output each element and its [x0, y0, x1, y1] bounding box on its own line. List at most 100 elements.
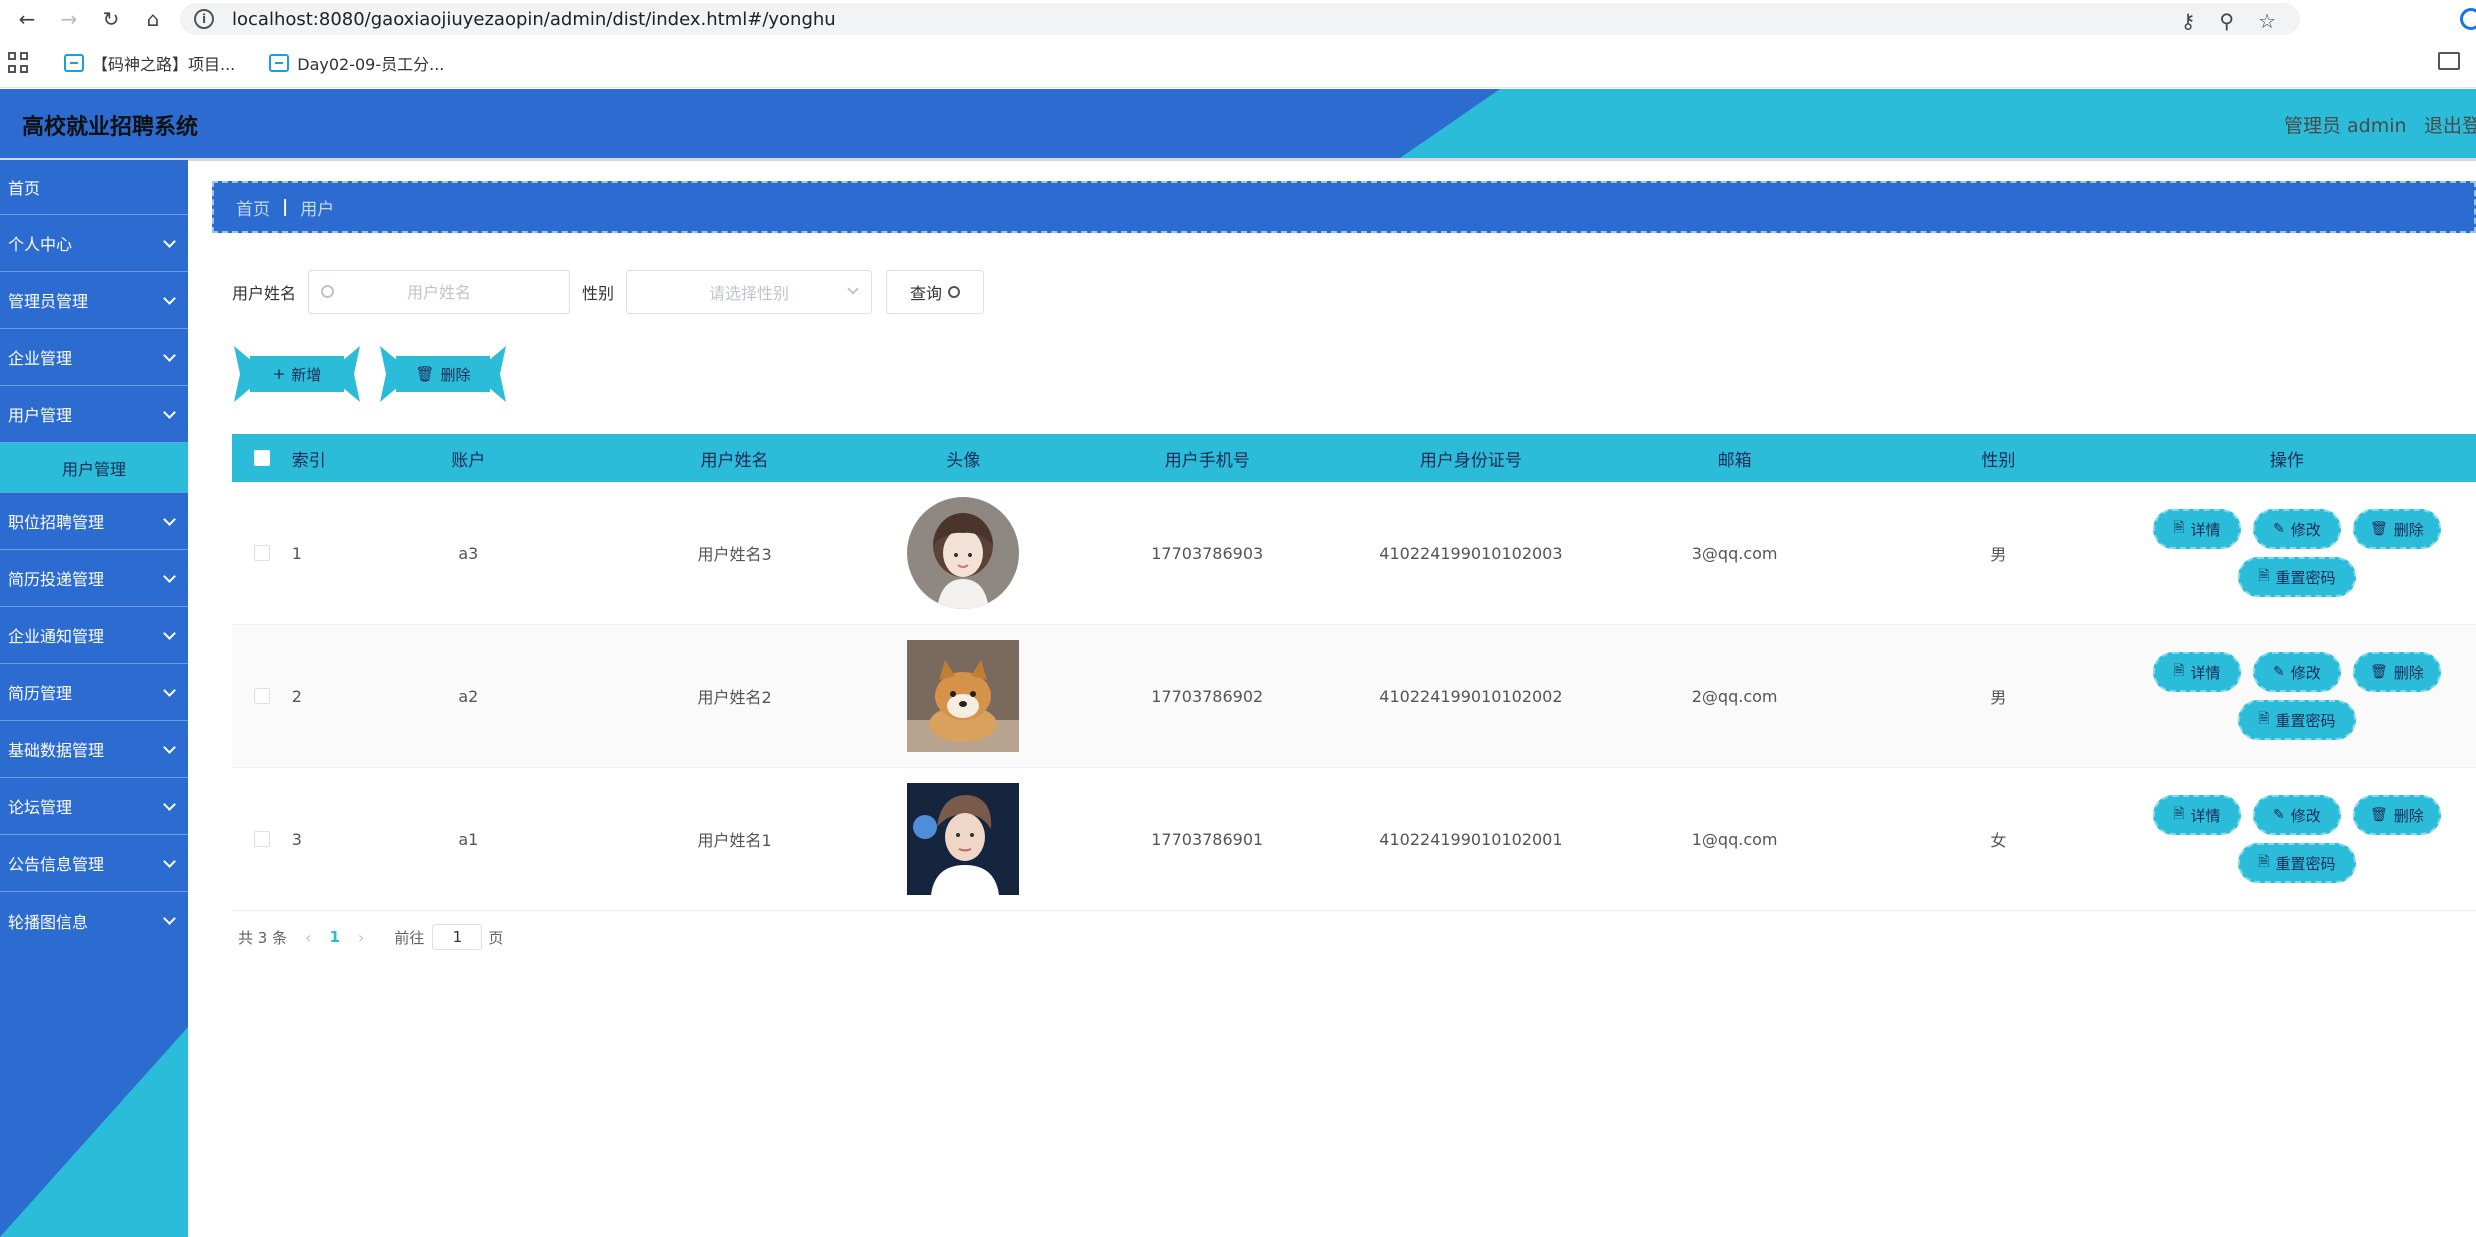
edit-pencil-icon: ✎ — [2273, 521, 2285, 537]
breadcrumb-home[interactable]: 首页 — [236, 195, 270, 220]
edit-pencil-icon: ✎ — [2273, 807, 2285, 823]
gender-select[interactable]: 请选择性别 — [626, 270, 873, 314]
bookmark-item[interactable]: 【码神之路】项目... — [64, 51, 235, 75]
row-check-cell — [232, 545, 292, 561]
row-id-card: 410224199010102001 — [1379, 829, 1563, 849]
row-checkbox[interactable] — [253, 831, 270, 847]
forward-icon[interactable]: → — [54, 4, 84, 34]
apps-grid-icon[interactable] — [8, 51, 30, 74]
row-checkbox[interactable] — [253, 688, 270, 704]
trash-icon: 🗑 — [415, 365, 435, 383]
sidebar-item-personal-center[interactable]: 个人中心 — [0, 215, 188, 272]
key-icon[interactable]: ⚷ — [2181, 9, 2196, 33]
sidebar-decoration — [0, 1027, 188, 1237]
bookmark-star-icon[interactable]: ☆ — [2258, 9, 2276, 33]
sidebar-item-company-notice[interactable]: 企业通知管理 — [0, 607, 188, 664]
row-gender: 男 — [1990, 688, 2007, 707]
sidebar-item-label: 用户管理 — [8, 406, 73, 425]
select-all-cell — [232, 450, 292, 466]
detail-button[interactable]: 🗎 详情 — [2152, 509, 2241, 549]
sidebar-item-resume-delivery[interactable]: 简历投递管理 — [0, 550, 188, 607]
reset-password-button[interactable]: 🗎 重置密码 — [2237, 557, 2356, 597]
chevron-down-icon — [163, 406, 176, 419]
sidebar-item-forum[interactable]: 论坛管理 — [0, 778, 188, 835]
row-delete-button[interactable]: 🗑 删除 — [2352, 509, 2441, 549]
gender-label: 性别 — [582, 284, 615, 303]
address-bar[interactable]: i localhost:8080/gaoxiaojiuyezaopin/admi… — [180, 3, 2300, 35]
edit-button[interactable]: ✎ 修改 — [2252, 795, 2341, 835]
sidebar-item-label: 企业管理 — [8, 349, 73, 368]
document-icon: 🗎 — [2258, 711, 2270, 727]
detail-button[interactable]: 🗎 详情 — [2152, 795, 2241, 835]
folder-icon[interactable] — [2438, 52, 2460, 70]
reset-password-button[interactable]: 🗎 重置密码 — [2237, 843, 2356, 883]
zoom-icon[interactable]: ⚲ — [2219, 9, 2234, 33]
table-row: 1 a3 用户姓名3 17703786903 41022419901010200… — [232, 482, 2476, 625]
browser-toolbar: ← → ↻ ⌂ i localhost:8080/gaoxiaojiuyezao… — [0, 0, 2476, 38]
edit-button[interactable]: ✎ 修改 — [2252, 652, 2341, 692]
logout-link[interactable]: 退出登 — [2424, 111, 2476, 138]
row-avatar-cell — [884, 497, 1043, 609]
table-row: 3 a1 用户姓名1 17703786901 41022419901010200… — [232, 768, 2476, 911]
row-phone: 17703786903 — [1151, 543, 1264, 563]
search-icon — [321, 285, 335, 298]
row-email: 2@qq.com — [1691, 686, 1778, 706]
user-table: 索引 账户 用户姓名 头像 用户手机号 用户身份证号 邮箱 性别 操作 1 a3… — [232, 434, 2476, 911]
pagination: 共 3 条 ‹ 1 › 前往 1 页 — [238, 924, 503, 950]
prev-page-icon[interactable]: ‹ — [305, 928, 311, 947]
sidebar-item-job-recruitment[interactable]: 职位招聘管理 — [0, 493, 188, 550]
row-checkbox[interactable] — [253, 545, 270, 561]
profile-icon[interactable] — [2460, 8, 2476, 30]
delete-button[interactable]: 🗑 删除 — [380, 346, 506, 402]
bookmark-item[interactable]: Day02-09-员工分... — [269, 51, 444, 75]
sidebar-item-company-management[interactable]: 企业管理 — [0, 329, 188, 386]
page-number[interactable]: 1 — [330, 928, 340, 946]
sidebar-item-resume-management[interactable]: 简历管理 — [0, 664, 188, 721]
document-icon: 🗎 — [2258, 568, 2270, 584]
edit-button[interactable]: ✎ 修改 — [2252, 509, 2341, 549]
avatar — [907, 497, 1020, 609]
detail-button[interactable]: 🗎 详情 — [2152, 652, 2241, 692]
avatar — [907, 640, 1020, 752]
query-button[interactable]: 查询 — [886, 270, 985, 314]
chevron-down-icon — [163, 912, 176, 925]
chevron-down-icon — [163, 627, 176, 640]
next-page-icon[interactable]: › — [358, 928, 364, 947]
row-index: 1 — [291, 543, 302, 563]
add-button-label: 新增 — [291, 365, 322, 384]
row-delete-button[interactable]: 🗑 删除 — [2352, 652, 2441, 692]
sidebar-subitem-user-management[interactable]: 用户管理 — [0, 443, 188, 493]
row-delete-button[interactable]: 🗑 删除 — [2352, 795, 2441, 835]
row-id-card: 410224199010102002 — [1379, 686, 1563, 706]
select-all-checkbox[interactable] — [253, 450, 270, 466]
row-gender: 男 — [1990, 545, 2007, 564]
url-text[interactable]: localhost:8080/gaoxiaojiuyezaopin/admin/… — [232, 9, 836, 30]
sidebar-item-user-management[interactable]: 用户管理 — [0, 386, 188, 443]
reset-password-button[interactable]: 🗎 重置密码 — [2237, 700, 2356, 740]
site-info-icon[interactable]: i — [194, 9, 214, 29]
sidebar-item-admin-management[interactable]: 管理员管理 — [0, 272, 188, 329]
sidebar-item-basic-data[interactable]: 基础数据管理 — [0, 721, 188, 778]
edit-pencil-icon: ✎ — [2273, 664, 2285, 680]
search-icon — [948, 286, 961, 298]
reload-icon[interactable]: ↻ — [96, 4, 126, 34]
back-icon[interactable]: ← — [12, 4, 42, 34]
sidebar-item-home[interactable]: 首页 — [0, 160, 188, 215]
row-gender: 女 — [1990, 831, 2007, 850]
sidebar-item-announcements[interactable]: 公告信息管理 — [0, 835, 188, 892]
current-user: 管理员 admin — [2284, 115, 2407, 137]
name-search-field[interactable] — [308, 270, 571, 314]
home-icon[interactable]: ⌂ — [138, 4, 168, 34]
sidebar-item-carousel[interactable]: 轮播图信息 — [0, 892, 188, 949]
trash-icon: 🗑 — [2370, 664, 2388, 680]
name-search-input[interactable] — [309, 271, 570, 313]
goto-page-input[interactable]: 1 — [432, 924, 483, 950]
breadcrumb-separator: | — [282, 197, 289, 217]
row-operations: 🗎 详情 ✎ 修改 🗑 删除 🗎 重置密码 — [2098, 509, 2476, 597]
add-button[interactable]: + 新增 — [234, 346, 360, 402]
sidebar-item-label: 首页 — [8, 179, 41, 198]
detail-button-label: 详情 — [2190, 806, 2221, 825]
chevron-down-icon — [163, 349, 176, 362]
row-delete-button-label: 删除 — [2393, 663, 2424, 682]
row-phone: 17703786902 — [1151, 686, 1264, 706]
